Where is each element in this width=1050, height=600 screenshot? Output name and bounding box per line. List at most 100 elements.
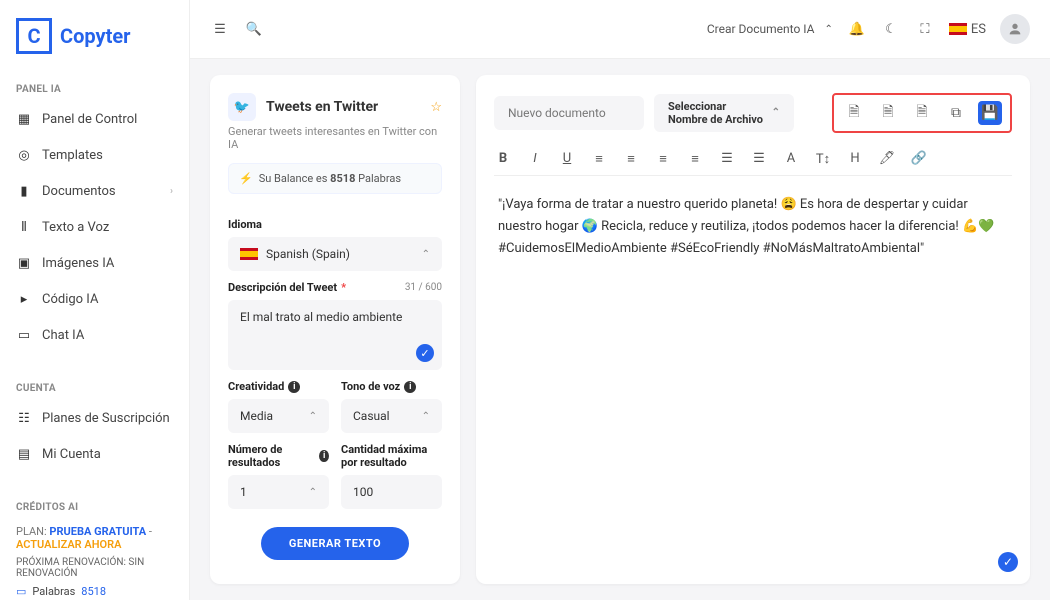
template-form-panel: 🐦 Tweets en Twitter ☆ Generar tweets int… [210, 75, 460, 584]
editor-status-check-icon: ✓ [998, 552, 1018, 572]
select-value: Media [240, 409, 273, 423]
select-value: Casual [353, 409, 390, 423]
credits-block: PLAN: PRUEBA GRATUITA - ACTUALIZAR AHORA… [0, 519, 189, 600]
editor-panel: Nuevo documento Seleccionar Nombre de Ar… [476, 75, 1030, 584]
stat-words: ▭ Palabras 8518 [16, 585, 173, 598]
chevron-up-icon: ⌃ [309, 487, 317, 498]
user-avatar[interactable] [1000, 14, 1030, 44]
export-txt-icon[interactable]: 🗎 [910, 101, 934, 125]
results-select[interactable]: 1 ⌃ [228, 475, 329, 509]
filename-select[interactable]: Seleccionar Nombre de Archivo ⌃ [654, 94, 794, 132]
chevron-up-icon: ⌃ [772, 107, 780, 119]
favorite-star-icon[interactable]: ☆ [430, 100, 442, 115]
upgrade-link[interactable]: ACTUALIZAR AHORA [16, 538, 121, 551]
label-text: Número de resultados [228, 443, 315, 469]
notifications-icon[interactable]: 🔔 [847, 19, 867, 39]
desc-field-label: Descripción del Tweet * 31 / 600 [228, 281, 442, 294]
char-counter: 31 / 600 [405, 282, 442, 293]
nav-label: Código IA [42, 292, 98, 307]
heading-icon[interactable]: H [846, 151, 864, 167]
list-ordered-icon[interactable]: ☰ [718, 151, 736, 167]
creativity-label: Creatividad i [228, 380, 329, 393]
maxlen-input[interactable]: 100 [341, 475, 442, 509]
underline-icon[interactable]: U [558, 151, 576, 167]
nav-codigo[interactable]: ▸ Código IA [0, 281, 189, 317]
language-select-field[interactable]: Spanish (Spain) ⌃ [228, 237, 442, 271]
subscription-icon: ☷ [16, 410, 32, 426]
stat-label: Palabras [32, 585, 75, 598]
generate-button[interactable]: GENERAR TEXTO [261, 527, 409, 560]
file-actions-group: 🗎 🗎 🗎 ⧉ 💾 [832, 93, 1012, 133]
documents-icon: ▮ [16, 183, 32, 199]
select-value: 1 [240, 485, 247, 499]
validated-check-icon: ✓ [416, 344, 434, 362]
chat-icon: ▭ [16, 327, 32, 343]
nav-planes[interactable]: ☷ Planes de Suscripción [0, 400, 189, 436]
highlight-icon[interactable]: 🖊 [878, 151, 896, 167]
nav-chat[interactable]: ▭ Chat IA [0, 317, 189, 353]
document-name-input[interactable]: Nuevo documento [494, 96, 644, 130]
font-size-icon[interactable]: T↕ [814, 151, 832, 167]
font-icon[interactable]: A [782, 151, 800, 167]
create-doc-dropdown[interactable]: Crear Documento IA ⌃ [707, 22, 833, 36]
logo-mark: C [16, 18, 52, 54]
avatar-icon [1007, 21, 1023, 37]
select-value: Spanish (Spain) [266, 247, 350, 261]
link-icon[interactable]: 🔗 [910, 151, 928, 167]
logo-text: Copyter [60, 24, 130, 48]
align-justify-icon[interactable]: ≡ [686, 151, 704, 167]
export-word-icon[interactable]: 🗎 [842, 101, 866, 125]
chevron-up-icon: ⌃ [825, 24, 833, 35]
tone-select[interactable]: Casual ⌃ [341, 399, 442, 433]
chevron-up-icon: ⌃ [422, 249, 430, 260]
nav-texto-voz[interactable]: ⫴ Texto a Voz [0, 209, 189, 245]
search-icon[interactable]: 🔍 [244, 19, 264, 39]
plan-name: PRUEBA GRATUITA [49, 525, 146, 538]
description-textarea[interactable]: El mal trato al medio ambiente ✓ [228, 300, 442, 370]
nav-templates[interactable]: ◎ Templates [0, 137, 189, 173]
desc-label-text: Descripción del Tweet [228, 281, 337, 294]
balance-badge: ⚡ Su Balance es 8518 Palabras [228, 163, 442, 194]
align-left-icon[interactable]: ≡ [590, 151, 608, 167]
bolt-icon: ⚡ [239, 172, 253, 185]
export-pdf-icon[interactable]: 🗎 [876, 101, 900, 125]
info-icon[interactable]: i [288, 381, 300, 393]
section-panel-ia: PANEL IA [0, 70, 189, 101]
select-value: Seleccionar Nombre de Archivo [668, 100, 764, 126]
nav-label: Chat IA [42, 328, 84, 343]
nav-documentos[interactable]: ▮ Documentos › [0, 173, 189, 209]
copy-icon[interactable]: ⧉ [944, 101, 968, 125]
info-icon[interactable]: i [319, 450, 329, 462]
plan-prefix: PLAN: [16, 525, 49, 538]
editor-content[interactable]: "¡Vaya forma de tratar a nuestro querido… [494, 190, 1012, 264]
section-cuenta: CUENTA [0, 369, 189, 400]
list-bullet-icon[interactable]: ☰ [750, 151, 768, 167]
logo[interactable]: C Copyter [0, 10, 189, 70]
align-center-icon[interactable]: ≡ [622, 151, 640, 167]
language-select[interactable]: ES [949, 19, 986, 39]
plan-sep: - [146, 525, 152, 538]
align-right-icon[interactable]: ≡ [654, 151, 672, 167]
maxlen-label: Cantidad máxima por resultado [341, 443, 442, 469]
creativity-select[interactable]: Media ⌃ [228, 399, 329, 433]
fullscreen-icon[interactable]: ⛶ [915, 19, 935, 39]
flag-es-icon [949, 23, 967, 35]
nav-label: Planes de Suscripción [42, 411, 170, 426]
renewal-text: PRÓXIMA RENOVACIÓN: SIN RENOVACIÓN [16, 557, 173, 579]
italic-icon[interactable]: I [526, 151, 544, 167]
theme-toggle-icon[interactable]: ☾ [881, 19, 901, 39]
nav-cuenta[interactable]: ▤ Mi Cuenta [0, 436, 189, 472]
nav-imagenes[interactable]: ▣ Imágenes IA [0, 245, 189, 281]
info-icon[interactable]: i [404, 381, 416, 393]
menu-toggle-icon[interactable]: ☰ [210, 19, 230, 39]
balance-num: 8518 [330, 172, 355, 185]
label-text: Creatividad [228, 380, 284, 393]
bold-icon[interactable]: B [494, 151, 512, 167]
nav-panel-control[interactable]: ▦ Panel de Control [0, 101, 189, 137]
label-text: Cantidad máxima por resultado [341, 443, 442, 469]
tone-label: Tono de voz i [341, 380, 442, 393]
save-button[interactable]: 💾 [978, 101, 1002, 125]
balance-pre: Su Balance es [259, 172, 330, 185]
audio-icon: ⫴ [16, 219, 32, 235]
nav-label: Imágenes IA [42, 256, 114, 271]
